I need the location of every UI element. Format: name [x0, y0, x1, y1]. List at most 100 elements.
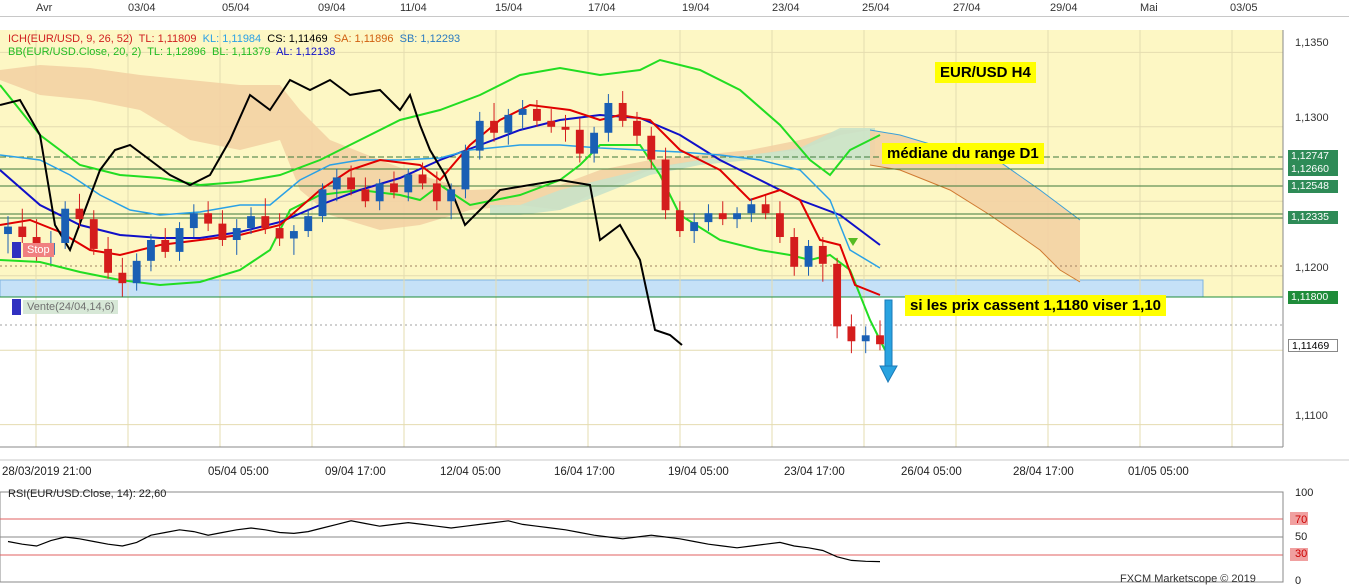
candle-body: [704, 213, 713, 223]
top-axis-tick: 17/04: [588, 2, 616, 14]
target-arrow-shaft: [884, 299, 893, 367]
candle-body: [147, 239, 155, 261]
ichimoku-tl: TL: 1,11809: [138, 33, 197, 45]
stop-marker-icon: [12, 242, 21, 258]
candle-body: [189, 213, 198, 229]
candle-body: [404, 174, 413, 193]
break-annotation: si les prix cassent 1,1180 viser 1,10: [905, 295, 1167, 316]
candle-body: [633, 120, 641, 136]
top-axis-tick: Avr: [36, 2, 53, 14]
current-price-tag: 1,11469: [1288, 339, 1338, 352]
candle-body: [490, 120, 498, 133]
candle-body: [432, 183, 441, 202]
date-tick: 09/04 17:00: [325, 466, 386, 478]
candle-body: [204, 213, 213, 224]
candle-body: [318, 189, 327, 217]
candle-body: [418, 174, 427, 184]
candle-body: [518, 108, 527, 115]
level-tag: 1,11800: [1288, 291, 1338, 304]
ichimoku-legend-name: ICH(EUR/USD, 9, 26, 52): [8, 33, 133, 45]
candle-body: [118, 272, 127, 284]
price-tick: 1,1100: [1295, 410, 1328, 422]
candle-body: [690, 222, 699, 232]
candle-body: [532, 108, 541, 121]
candle-body: [347, 177, 356, 190]
rsi-level: 100: [1295, 487, 1314, 499]
level-tag: 1,12660: [1288, 163, 1338, 176]
candle-body: [461, 150, 470, 190]
vente-label: Vente(24/04,14,6): [23, 300, 119, 314]
date-tick: 23/04 17:00: [784, 466, 845, 478]
candle-body: [590, 132, 599, 154]
candle-body: [604, 102, 613, 133]
date-tick: 28/03/2019 21:00: [2, 466, 92, 478]
top-axis-tick: 19/04: [682, 2, 710, 14]
candle-body: [218, 223, 227, 240]
candle-body: [289, 231, 298, 239]
candle-body: [304, 216, 313, 232]
top-axis-tick: 03/04: [128, 2, 156, 14]
candle-body: [561, 126, 570, 130]
candle-body: [861, 335, 870, 342]
candle-body: [232, 228, 241, 240]
candle-body: [132, 260, 141, 284]
bollinger-legend-name: BB(EUR/USD.Close, 20, 2): [8, 46, 142, 58]
candle-body: [261, 216, 270, 229]
mediane-annotation: médiane du range D1: [882, 143, 1044, 164]
level-tag: 1,12335: [1288, 211, 1338, 224]
candle-body: [747, 204, 756, 214]
top-axis-tick: 05/04: [222, 2, 250, 14]
candle-body: [733, 213, 741, 220]
stop-label: Stop: [23, 243, 54, 257]
rsi-legend: RSI(EUR/USD.Close, 14): 22,60: [8, 488, 167, 500]
candle-body: [718, 213, 727, 220]
candle-body: [61, 208, 70, 243]
bollinger-tl: TL: 1,12896: [147, 46, 206, 58]
top-axis-tick: 25/04: [862, 2, 890, 14]
rsi-level: 70: [1295, 514, 1308, 526]
price-tick: 1,1350: [1295, 37, 1329, 49]
candle-body: [847, 326, 856, 342]
date-tick: 12/04 05:00: [440, 466, 501, 478]
candle-body: [4, 226, 12, 235]
candle-body: [818, 245, 827, 264]
top-axis-tick: 29/04: [1050, 2, 1078, 14]
candle-body: [161, 239, 170, 252]
footer-credit: FXCM Marketscope © 2019: [1120, 573, 1256, 585]
candle-body: [661, 159, 670, 211]
candle-body: [790, 237, 799, 267]
candle-body: [361, 189, 370, 202]
rsi-level: 50: [1295, 531, 1308, 543]
candle-body: [89, 219, 98, 249]
candle-body: [876, 335, 884, 345]
chart-title-label: EUR/USD H4: [935, 62, 1036, 83]
candle-body: [618, 102, 627, 121]
ichimoku-cs: CS: 1,11469: [267, 33, 328, 45]
candle-body: [475, 120, 484, 151]
candle-body: [776, 213, 784, 238]
candle-body: [75, 208, 84, 220]
candle-body: [675, 210, 684, 232]
candle-body: [447, 189, 456, 202]
date-tick: 19/04 05:00: [668, 466, 729, 478]
candle-body: [275, 228, 284, 239]
level-tag: 1,12747: [1288, 150, 1338, 163]
candle-body: [104, 248, 112, 273]
candle-body: [390, 183, 398, 193]
bollinger-legend: BB(EUR/USD.Close, 20, 2) TL: 1,12896 BL:…: [8, 46, 335, 58]
date-tick: 01/05 05:00: [1128, 466, 1189, 478]
rsi-level: 30: [1295, 548, 1308, 560]
candle-body: [247, 216, 255, 229]
chart-canvas: [0, 30, 1349, 583]
top-date-axis: Avr 03/04 05/04 09/04 11/04 15/04 17/04 19/04 23…: [0, 0, 1349, 17]
candle-body: [761, 204, 770, 214]
top-axis-tick: 03/05: [1230, 2, 1258, 14]
candle-body: [504, 114, 513, 133]
rsi-level: 0: [1295, 575, 1302, 587]
candle-body: [332, 177, 341, 190]
bollinger-al: AL: 1,12138: [276, 46, 336, 58]
candle-body: [647, 135, 656, 160]
ichimoku-kl: KL: 1,11984: [202, 33, 262, 45]
candle-body: [175, 228, 184, 252]
top-axis-tick: 09/04: [318, 2, 346, 14]
